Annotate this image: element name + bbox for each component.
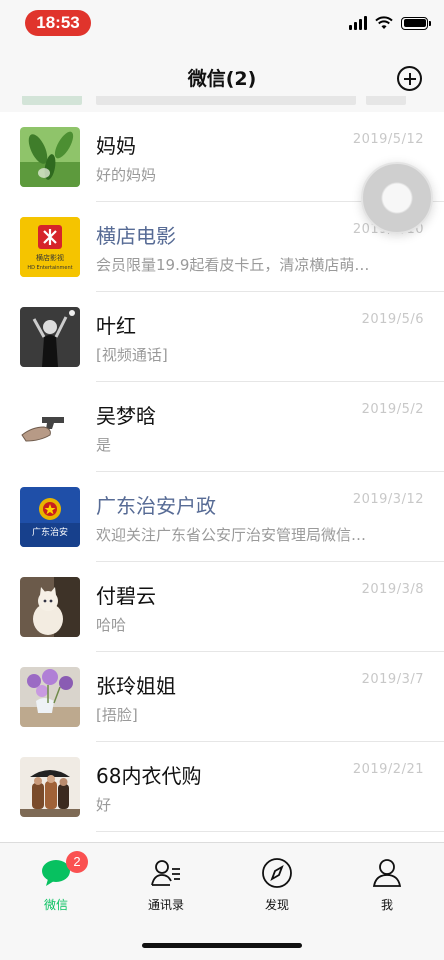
contacts-icon xyxy=(150,857,182,889)
chat-name: 付碧云 xyxy=(96,584,156,608)
chat-preview: [捂脸] xyxy=(96,706,138,724)
chat-name: 横店电影 xyxy=(96,224,176,248)
tab-contacts[interactable]: 通讯录 xyxy=(126,857,206,917)
flowers-avatar xyxy=(20,667,80,727)
plant-avatar xyxy=(20,127,80,187)
group-photo-avatar xyxy=(20,757,80,817)
person-icon xyxy=(371,857,403,889)
tab-me[interactable]: 我 xyxy=(347,857,427,917)
floating-assistive-button[interactable] xyxy=(361,162,433,234)
tab-label: 发现 xyxy=(264,898,289,912)
police-emblem-avatar: 广东治安 xyxy=(20,487,80,547)
chat-preview: 好 xyxy=(96,796,112,814)
chat-preview: 会员限量19.9起看皮卡丘，清凉横店萌… xyxy=(96,256,370,274)
chat-preview: 是 xyxy=(96,436,112,454)
cat-avatar xyxy=(20,577,80,637)
chat-row[interactable]: 张玲姐姐 [捂脸] 2019/3/7 xyxy=(0,652,444,742)
add-button-plus-icon[interactable] xyxy=(397,66,422,91)
status-bar: 18:53 xyxy=(0,0,444,48)
police-avatar-text: 广东治安 xyxy=(32,526,68,538)
chat-row[interactable]: 叶红 [视频通话] 2019/5/6 xyxy=(0,292,444,382)
chat-row[interactable]: 付碧云 哈哈 2019/3/8 xyxy=(0,562,444,652)
chat-preview: [视频通话] xyxy=(96,346,168,364)
cellular-signal-icon xyxy=(349,16,367,30)
page-title: 微信(2) xyxy=(187,68,257,90)
battery-icon xyxy=(401,16,431,30)
person-photo-avatar xyxy=(20,307,80,367)
chat-date: 2019/5/12 xyxy=(352,132,424,147)
wifi-icon xyxy=(375,16,393,29)
chat-date: 2019/2/21 xyxy=(352,762,424,777)
chat-name: 妈妈 xyxy=(96,134,136,158)
partial-chat-row[interactable] xyxy=(0,96,444,110)
chat-preview: 欢迎关注广东省公安厅治安管理局微信… xyxy=(96,526,367,544)
unread-badge: 2 xyxy=(66,851,88,873)
chat-name: 广东治安户政 xyxy=(96,494,216,518)
chat-date: 2019/3/8 xyxy=(361,582,424,597)
chat-date: 2019/3/12 xyxy=(352,492,424,507)
tab-label: 通讯录 xyxy=(147,898,184,912)
chat-row[interactable]: 广东治安 广东治安户政 欢迎关注广东省公安厅治安管理局微信… 2019/3/12 xyxy=(0,472,444,562)
hengdian-logo-text: 横店影视 xyxy=(36,253,64,262)
chat-name: 68内衣代购 xyxy=(96,764,202,788)
hengdian-logo-avatar: 横店影视 HD Entertainment xyxy=(20,217,80,277)
chat-date: 2019/5/6 xyxy=(361,312,424,327)
chat-name: 吴梦晗 xyxy=(96,404,156,428)
status-icons xyxy=(349,15,431,31)
chat-row[interactable]: 68内衣代购 好 2019/2/21 xyxy=(0,742,444,832)
hand-gun-avatar xyxy=(20,397,80,457)
chat-name: 叶红 xyxy=(96,314,136,338)
tab-discover[interactable]: 发现 xyxy=(237,857,317,917)
status-time[interactable]: 18:53 xyxy=(25,10,91,36)
chat-row[interactable]: 吴梦晗 是 2019/5/2 xyxy=(0,382,444,472)
compass-icon xyxy=(261,857,293,889)
chat-date: 2019/3/7 xyxy=(361,672,424,687)
chat-date: 2019/5/2 xyxy=(361,402,424,417)
chat-preview: 哈哈 xyxy=(96,616,127,634)
home-indicator[interactable] xyxy=(142,943,302,948)
hengdian-logo-subtext: HD Entertainment xyxy=(27,265,72,271)
tab-label: 我 xyxy=(380,898,393,912)
chat-name: 张玲姐姐 xyxy=(96,674,176,698)
tab-label: 微信 xyxy=(43,898,68,912)
